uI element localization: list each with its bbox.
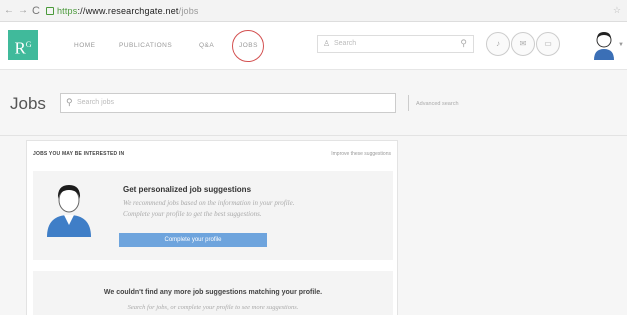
advanced-search-link[interactable]: Advanced search (416, 101, 459, 107)
back-arrow-icon[interactable]: ← (4, 5, 14, 16)
url-path: /jobs (178, 5, 199, 16)
people-icon: ♙ (323, 39, 331, 48)
avatar[interactable] (592, 30, 616, 60)
forward-arrow-icon[interactable]: → (18, 5, 28, 16)
suggestions-heading: JOBS YOU MAY BE INTERESTED IN (33, 151, 125, 157)
address-bar[interactable]: https://www.researchgate.net/jobs (57, 6, 199, 16)
browser-toolbar: ← → C https://www.researchgate.net/jobs … (0, 0, 627, 22)
search-icon: ⚲ (66, 97, 73, 107)
chevron-down-icon[interactable]: ▼ (618, 42, 624, 48)
chat-icon[interactable]: ▭ (536, 32, 560, 56)
logo-sup: G (25, 40, 32, 49)
main-content: JOBS YOU MAY BE INTERESTED IN Improve th… (0, 136, 627, 315)
card-description: We recommend jobs based on the informati… (123, 198, 383, 220)
card-description-line: Complete your profile to get the best su… (123, 210, 262, 218)
personalize-card: Get personalized job suggestions We reco… (33, 171, 393, 260)
no-more-suggestions-card: We couldn't find any more job suggestion… (33, 271, 393, 315)
jobs-search-placeholder: Search jobs (77, 99, 114, 106)
reload-icon[interactable]: C (32, 5, 40, 17)
no-more-title: We couldn't find any more job suggestion… (103, 289, 323, 296)
person-illustration (47, 185, 91, 237)
url-host: ://www.researchgate.net (77, 5, 179, 16)
envelope-icon[interactable]: ✉ (511, 32, 535, 56)
logo-letter: R (14, 38, 26, 58)
page-title: Jobs (10, 94, 46, 113)
jobs-highlight-circle (232, 30, 264, 62)
bell-icon[interactable]: ♪ (486, 32, 510, 56)
nav-qa[interactable]: Q&A (199, 42, 214, 49)
search-icon[interactable]: ⚲ (460, 38, 467, 49)
jobs-search-bar: Jobs ⚲ Search jobs Advanced search (0, 70, 627, 136)
complete-profile-button[interactable]: Complete your profile (119, 233, 267, 247)
improve-suggestions-link[interactable]: Improve these suggestions (331, 151, 391, 157)
logo[interactable]: RG (8, 30, 38, 60)
card-title: Get personalized job suggestions (123, 185, 252, 194)
card-description-line: We recommend jobs based on the informati… (123, 199, 295, 207)
header-search-input[interactable]: ♙ Search ⚲ (317, 35, 474, 53)
app-header: RG HOME PUBLICATIONS Q&A JOBS ♙ Search ⚲… (0, 22, 627, 70)
divider (408, 95, 409, 111)
no-more-subtitle: Search for jobs, or complete your profil… (127, 304, 299, 311)
url-protocol: https (56, 5, 78, 16)
bookmark-star-icon[interactable]: ☆ (613, 5, 621, 16)
header-search-placeholder: Search (334, 40, 357, 47)
nav-home[interactable]: HOME (74, 42, 96, 49)
suggestions-panel: JOBS YOU MAY BE INTERESTED IN Improve th… (26, 140, 398, 315)
jobs-search-input[interactable]: ⚲ Search jobs (60, 93, 396, 113)
nav-publications[interactable]: PUBLICATIONS (119, 42, 172, 49)
lock-icon (45, 6, 54, 15)
